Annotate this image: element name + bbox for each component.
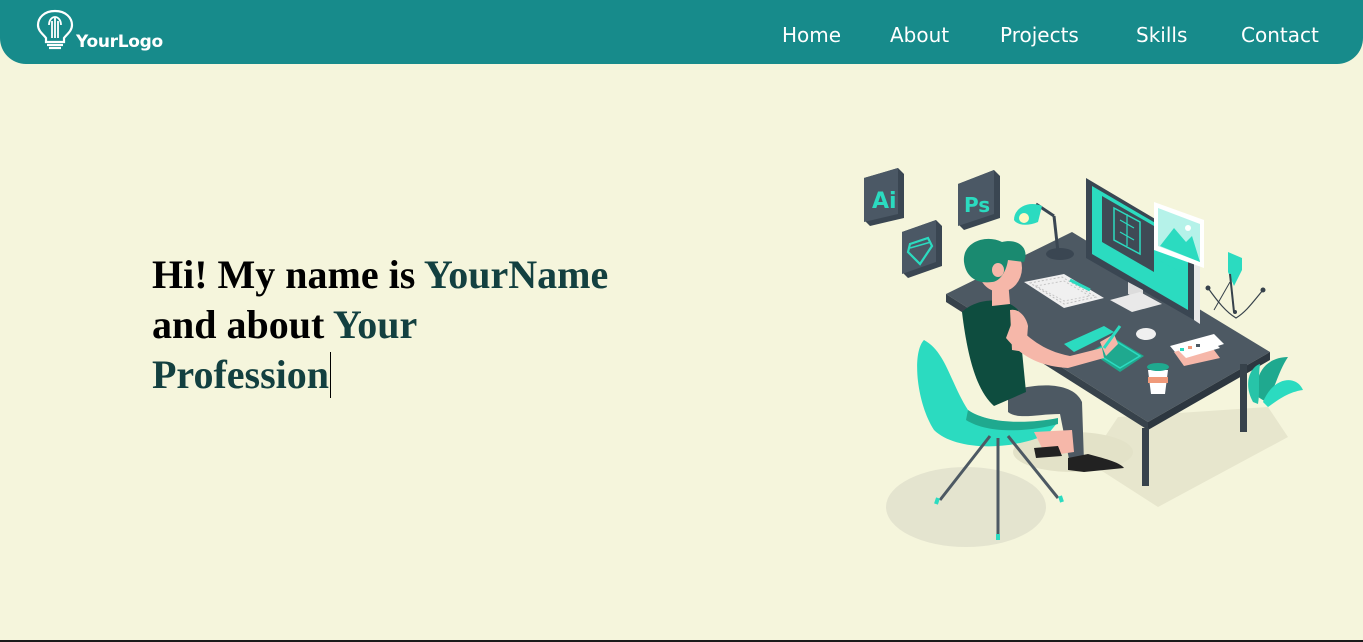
hero-heading: Hi! My name is YourName and about Your P…	[152, 250, 672, 400]
nav-home[interactable]: Home	[782, 23, 841, 47]
diamond-badge	[902, 220, 942, 278]
nav-projects[interactable]: Projects	[1000, 23, 1079, 47]
mouse	[1136, 328, 1156, 340]
hero-profession-line2: Profession	[152, 352, 330, 397]
nav-contact[interactable]: Contact	[1241, 23, 1319, 47]
hero-name: YourName	[423, 252, 609, 297]
hero-intro: Hi! My name is	[152, 252, 424, 297]
ai-badge: Ai	[864, 168, 904, 226]
logo[interactable]: YourLogo	[34, 8, 174, 56]
ps-badge: Ps	[958, 170, 1000, 230]
lightbulb-logo-icon	[36, 9, 74, 50]
hero-and-about: and about	[152, 302, 333, 347]
nav-about[interactable]: About	[890, 23, 949, 47]
logo-text: YourLogo	[76, 32, 163, 52]
hero-profession-line1: Your	[332, 302, 418, 347]
nav-skills[interactable]: Skills	[1136, 23, 1187, 47]
chair-shadow	[886, 467, 1046, 547]
ps-badge-label: Ps	[964, 193, 990, 217]
designer-illustration: Ai Ps	[864, 168, 1303, 547]
navbar: YourLogo Home About Projects Skills Cont…	[0, 0, 1363, 64]
pen-tool-icon	[1205, 252, 1266, 319]
ai-badge-label: Ai	[872, 189, 897, 214]
typing-caret	[330, 352, 332, 398]
